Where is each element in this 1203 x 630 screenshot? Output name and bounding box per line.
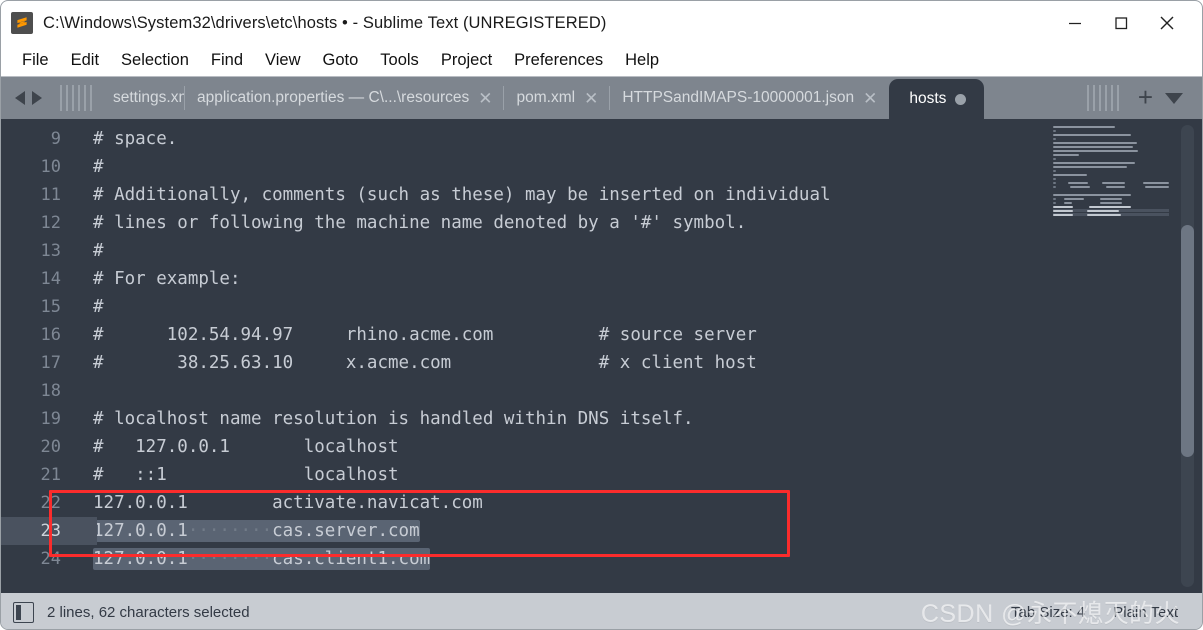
- tab-nav-arrows: [9, 77, 51, 119]
- status-bar-right: Tab Size: 4 Plain Text: [1011, 604, 1188, 621]
- code-line: 127.0.0.1 activate.navicat.com: [93, 493, 483, 513]
- code-line: #: [93, 297, 104, 317]
- tab-label: hosts: [909, 90, 947, 107]
- whitespace-dots: ········: [187, 549, 273, 569]
- editor-area: 9 10 11 12 13 14 15 16 17 18 19 20 21 22…: [1, 119, 1202, 593]
- menu-item-preferences[interactable]: Preferences: [503, 49, 614, 72]
- line-number: 13: [40, 241, 61, 261]
- code-line: # Additionally, comments (such as these)…: [93, 185, 831, 205]
- sidebar-toggle-icon[interactable]: [13, 601, 34, 623]
- menu-item-find[interactable]: Find: [200, 49, 254, 72]
- menu-item-edit[interactable]: Edit: [60, 49, 110, 72]
- tab-bar-grip-left: [51, 77, 101, 119]
- code-ip: 127.0.0.1: [93, 549, 188, 569]
- menu-item-help[interactable]: Help: [614, 49, 670, 72]
- code-line: # localhost name resolution is handled w…: [93, 409, 694, 429]
- menu-item-goto[interactable]: Goto: [312, 49, 370, 72]
- status-bar: 2 lines, 62 characters selected Tab Size…: [1, 593, 1202, 629]
- tab-httpsandimaps-json[interactable]: HTTPSandIMAPS-10000001.json ✕: [610, 77, 889, 119]
- line-number: 10: [40, 157, 61, 177]
- line-number: 20: [40, 437, 61, 457]
- line-number: 17: [40, 353, 61, 373]
- tab-pom-xml[interactable]: pom.xml ✕: [504, 77, 611, 119]
- line-number: 11: [40, 185, 61, 205]
- sublime-text-icon: [11, 12, 33, 34]
- code-ip: 127.0.0.1: [93, 521, 188, 541]
- code-line: # For example:: [93, 269, 241, 289]
- selection-status: 2 lines, 62 characters selected: [47, 603, 250, 621]
- arrow-right-icon[interactable]: [32, 91, 42, 105]
- code-line-selected: 127.0.0.1········cas.server.com: [77, 517, 1202, 545]
- tab-hosts[interactable]: hosts: [889, 79, 985, 119]
- editor-vertical-scrollbar-thumb[interactable]: [1181, 225, 1194, 457]
- code-line: # 38.25.63.10 x.acme.com # x client host: [93, 353, 757, 373]
- tab-label: settings.xml: [113, 89, 185, 106]
- tab-settings-xml[interactable]: settings.xml: [101, 77, 185, 119]
- tab-bar-right-controls: +: [1078, 77, 1202, 119]
- minimize-icon: [1069, 22, 1081, 25]
- window-title: C:\Windows\System32\drivers\etc\hosts • …: [43, 13, 607, 32]
- code-line: # 102.54.94.97 rhino.acme.com # source s…: [93, 325, 757, 345]
- tab-label: pom.xml: [516, 89, 576, 106]
- menu-item-file[interactable]: File: [11, 49, 60, 72]
- title-bar: C:\Windows\System32\drivers\etc\hosts • …: [1, 1, 1202, 45]
- line-number: 22: [40, 493, 61, 513]
- line-number: 24: [40, 549, 61, 569]
- menu-bar: File Edit Selection Find View Goto Tools…: [1, 45, 1202, 77]
- code-line-selected: 127.0.0.1········cas.client1.com: [77, 545, 1202, 573]
- maximize-icon: [1115, 17, 1128, 30]
- menu-item-tools[interactable]: Tools: [369, 49, 430, 72]
- arrow-left-icon[interactable]: [15, 91, 25, 105]
- sublime-text-window: C:\Windows\System32\drivers\etc\hosts • …: [0, 0, 1203, 630]
- code-host: cas.client1.com: [272, 549, 431, 569]
- tab-list: settings.xml application.properties — C\…: [101, 77, 1078, 119]
- line-number: 12: [40, 213, 61, 233]
- window-controls: [1052, 1, 1202, 45]
- active-line-gutter-marker: [61, 517, 97, 545]
- minimize-button[interactable]: [1052, 1, 1098, 45]
- maximize-button[interactable]: [1098, 1, 1144, 45]
- line-number: 21: [40, 465, 61, 485]
- code-line: # 127.0.0.1 localhost: [93, 437, 399, 457]
- tab-close-icon[interactable]: ✕: [584, 90, 598, 107]
- tab-label: HTTPSandIMAPS-10000001.json: [622, 89, 855, 106]
- close-icon: [1160, 16, 1174, 30]
- code-line: # lines or following the machine name de…: [93, 213, 747, 233]
- editor-vertical-scrollbar-track[interactable]: [1181, 125, 1194, 587]
- whitespace-dots: ········: [187, 521, 273, 541]
- code-line: #: [93, 241, 104, 261]
- menu-item-view[interactable]: View: [254, 49, 311, 72]
- line-number: 14: [40, 269, 61, 289]
- tab-bar: settings.xml application.properties — C\…: [1, 77, 1202, 119]
- code-line: #: [93, 157, 104, 177]
- close-button[interactable]: [1144, 1, 1190, 45]
- code-line: # space.: [93, 129, 178, 149]
- syntax-status[interactable]: Plain Text: [1113, 604, 1178, 621]
- line-number: 16: [40, 325, 61, 345]
- tab-close-icon[interactable]: ✕: [863, 90, 877, 107]
- new-tab-button[interactable]: +: [1130, 84, 1161, 113]
- tab-bar-grip-right: [1078, 77, 1128, 119]
- tab-close-icon[interactable]: ✕: [478, 90, 492, 107]
- code-line: # ::1 localhost: [93, 465, 399, 485]
- menu-item-selection[interactable]: Selection: [110, 49, 200, 72]
- line-number: 18: [40, 381, 61, 401]
- menu-item-project[interactable]: Project: [430, 49, 503, 72]
- line-number: 9: [50, 129, 61, 149]
- tab-dirty-indicator-icon[interactable]: [955, 93, 967, 105]
- minimap[interactable]: [1049, 119, 1169, 593]
- line-number: 15: [40, 297, 61, 317]
- code-text-area[interactable]: # space. # # Additionally, comments (suc…: [77, 119, 1202, 593]
- tab-application-properties[interactable]: application.properties — C\...\resources…: [185, 77, 505, 119]
- code-host: cas.server.com: [272, 521, 420, 541]
- tab-size-status[interactable]: Tab Size: 4: [1011, 604, 1085, 621]
- chevron-down-icon[interactable]: [1165, 92, 1183, 104]
- line-number: 19: [40, 409, 61, 429]
- tab-label: application.properties — C\...\resources: [197, 89, 470, 106]
